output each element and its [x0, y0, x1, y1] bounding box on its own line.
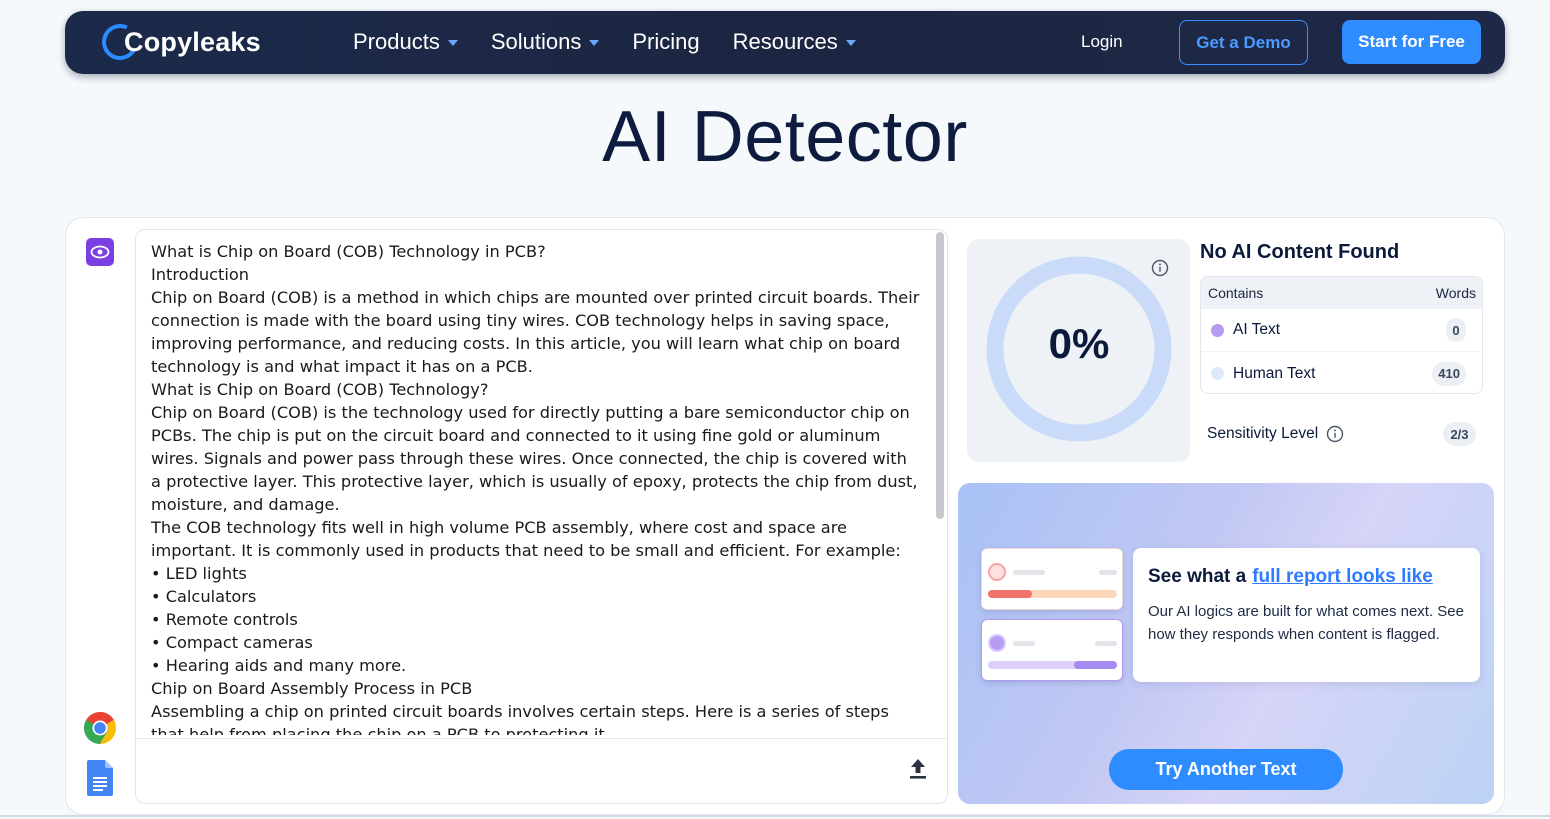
nav-item-resources[interactable]: Resources: [733, 28, 856, 56]
chevron-down-icon: [845, 40, 856, 46]
nav-item-solutions[interactable]: Solutions: [491, 28, 600, 56]
promo-heading: See what a full report looks like: [1148, 566, 1433, 588]
upload-icon[interactable]: [907, 757, 929, 781]
nav-item-products[interactable]: Products: [353, 28, 458, 56]
editor-paragraph: What is Chip on Board (COB) Technology i…: [151, 242, 546, 261]
report-preview-card: [981, 619, 1123, 681]
progress-fill: [1074, 661, 1117, 669]
view-toggle-button[interactable]: [86, 238, 114, 266]
nav-menu: Products Solutions Pricing Resources: [353, 28, 889, 56]
row-label: AI Text: [1233, 321, 1281, 338]
word-count-badge: 410: [1432, 361, 1466, 386]
editor-paragraph: The COB technology fits well in high vol…: [151, 518, 901, 560]
placeholder-line: [1013, 641, 1035, 646]
editor-paragraph: • Remote controls: [151, 610, 298, 629]
avatar-icon: [988, 563, 1006, 581]
nav-item-label: Resources: [732, 29, 838, 54]
report-preview-card: [981, 548, 1123, 610]
ai-percentage: 0%: [1048, 320, 1110, 367]
info-icon[interactable]: [1326, 425, 1344, 443]
chevron-down-icon: [447, 40, 458, 46]
editor-paragraph: • Hearing aids and many more.: [151, 656, 407, 675]
table-header: Contains Words: [1201, 277, 1482, 309]
login-link[interactable]: Login: [1081, 32, 1123, 52]
placeholder-line: [1099, 570, 1117, 575]
word-count-badge: 0: [1446, 318, 1466, 342]
try-another-text-button[interactable]: Try Another Text: [1109, 749, 1343, 790]
table-row-ai: AI Text 0: [1201, 309, 1482, 352]
editor-content[interactable]: What is Chip on Board (COB) Technology i…: [151, 240, 921, 735]
human-dot-icon: [1211, 367, 1224, 380]
editor-paragraph: Assembling a chip on printed circuit boa…: [151, 702, 889, 735]
top-navbar: Copyleaks Products Solutions Pricing Res…: [65, 11, 1505, 74]
sensitivity-level: Sensitivity Level: [1207, 425, 1344, 443]
nav-item-label: Solutions: [490, 29, 582, 54]
eye-icon: [90, 245, 110, 259]
logo-text: Copyleaks: [124, 26, 261, 57]
editor-paragraph: • Compact cameras: [151, 633, 313, 652]
chrome-icon[interactable]: [82, 710, 118, 746]
editor-paragraph: • Calculators: [151, 587, 257, 606]
text-editor[interactable]: What is Chip on Board (COB) Technology i…: [135, 229, 948, 804]
header-words: Words: [1435, 285, 1476, 301]
chevron-down-icon: [589, 40, 600, 46]
get-demo-button[interactable]: Get a Demo: [1179, 20, 1308, 65]
nav-item-pricing[interactable]: Pricing: [632, 28, 699, 56]
sensitivity-label: Sensitivity Level: [1207, 425, 1319, 442]
promo-heading-text: See what a: [1148, 566, 1247, 587]
page-bottom-divider: [0, 815, 1550, 817]
editor-paragraph: What is Chip on Board (COB) Technology?: [151, 380, 489, 399]
info-icon[interactable]: [1151, 259, 1169, 277]
header-contains: Contains: [1208, 285, 1264, 301]
editor-paragraph: Chip on Board Assembly Process in PCB: [151, 679, 473, 698]
editor-paragraph: • LED lights: [151, 564, 247, 583]
placeholder-line: [1095, 641, 1117, 646]
nav-item-label: Products: [353, 29, 440, 54]
editor-paragraph: Introduction: [151, 265, 250, 284]
editor-paragraph: Chip on Board (COB) is a method in which…: [151, 288, 920, 376]
nav-item-label: Pricing: [632, 29, 700, 54]
sensitivity-badge[interactable]: 2/3: [1443, 422, 1476, 446]
google-docs-icon[interactable]: [87, 760, 113, 796]
result-table: Contains Words AI Text 0 Human Text 410: [1200, 276, 1483, 394]
ai-avatar-icon: [988, 634, 1006, 652]
page-title: AI Detector: [602, 97, 968, 177]
full-report-link[interactable]: full report looks like: [1252, 566, 1433, 587]
editor-divider: [136, 738, 947, 739]
copyleaks-logo[interactable]: Copyleaks: [96, 18, 261, 66]
row-label: Human Text: [1233, 364, 1316, 382]
start-free-button[interactable]: Start for Free: [1342, 20, 1481, 64]
editor-scrollbar[interactable]: [936, 232, 944, 519]
ai-dot-icon: [1211, 323, 1224, 337]
placeholder-line: [1013, 570, 1045, 575]
promo-description: Our AI logics are built for what comes n…: [1148, 603, 1464, 643]
table-row-human: Human Text 410: [1201, 352, 1482, 393]
progress-fill: [988, 590, 1032, 598]
result-title: No AI Content Found: [1200, 241, 1400, 263]
editor-paragraph: Chip on Board (COB) is the technology us…: [151, 403, 918, 514]
